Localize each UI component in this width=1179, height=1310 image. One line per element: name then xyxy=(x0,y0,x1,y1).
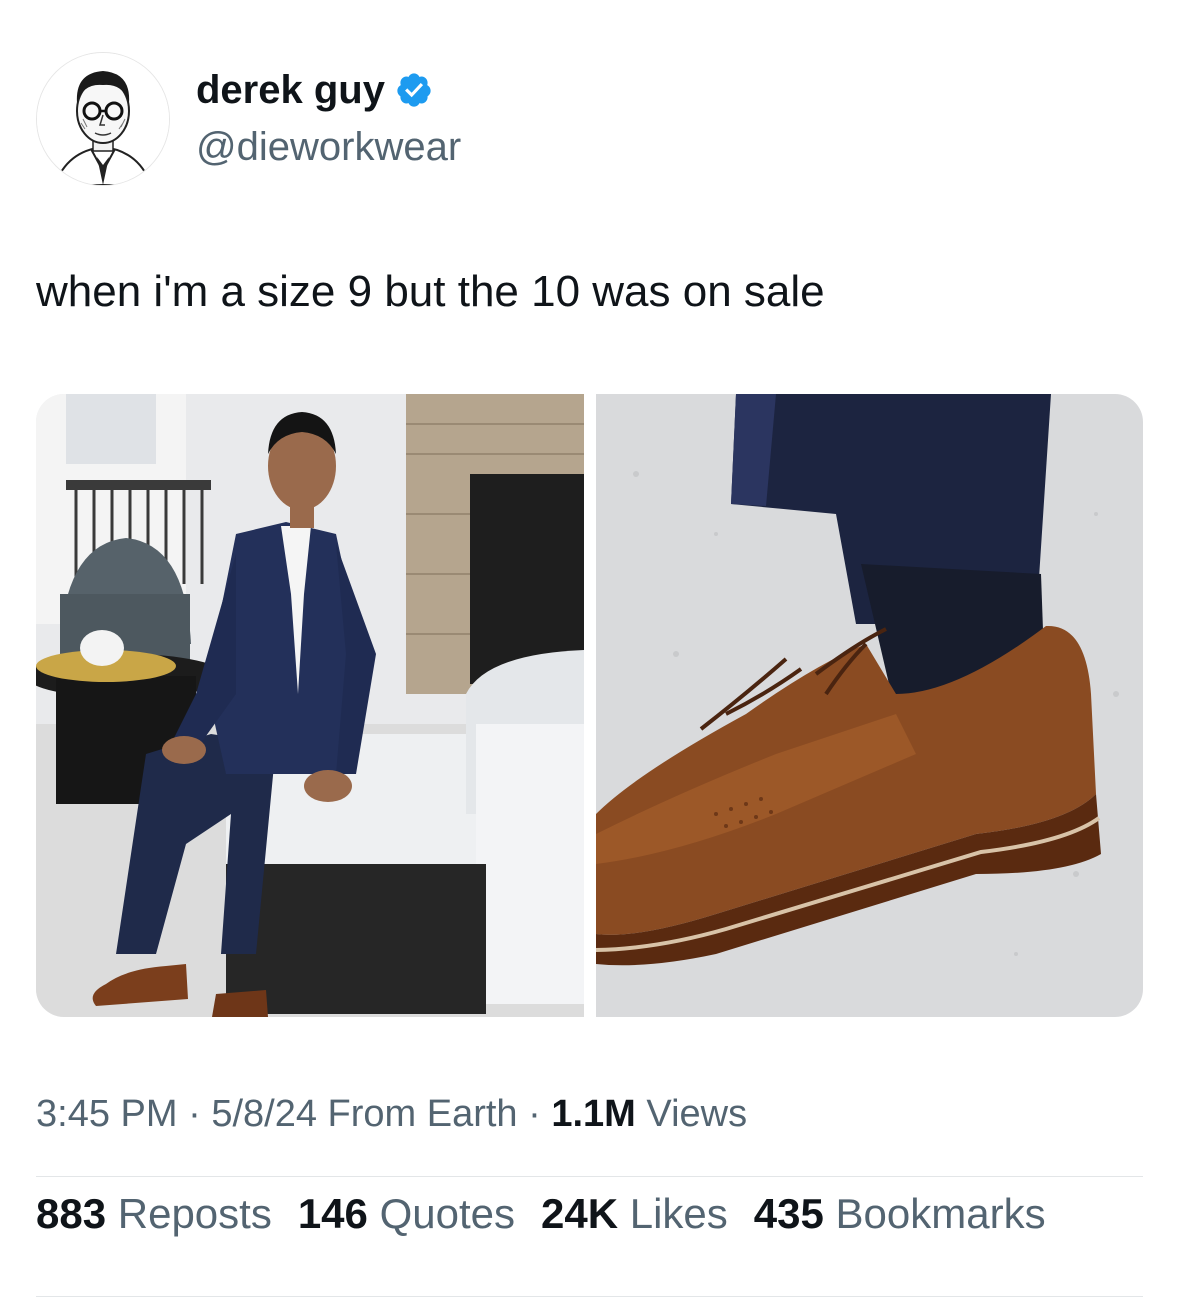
quotes-stat[interactable]: 146 Quotes xyxy=(298,1186,515,1242)
engagement-stats: 883 Reposts 146 Quotes 24K Likes 435 Boo… xyxy=(36,1186,1072,1242)
divider xyxy=(36,1176,1143,1177)
tweet-header: derek guy @dieworkwear xyxy=(36,52,461,186)
meta-separator: · xyxy=(528,1093,541,1135)
likes-stat[interactable]: 24K Likes xyxy=(541,1186,728,1242)
tweet-meta: 3:45 PM · 5/8/24 From Earth · 1.1M Views xyxy=(36,1088,747,1140)
reposts-stat[interactable]: 883 Reposts xyxy=(36,1186,272,1242)
media-grid xyxy=(36,394,1143,1017)
man-in-suit-photo-icon xyxy=(36,394,584,1017)
media-photo-1[interactable] xyxy=(36,394,584,1017)
quotes-label: Quotes xyxy=(379,1190,515,1237)
bookmarks-stat[interactable]: 435 Bookmarks xyxy=(754,1186,1046,1242)
bookmarks-label: Bookmarks xyxy=(835,1190,1046,1237)
tweet-time[interactable]: 3:45 PM xyxy=(36,1093,178,1135)
tweet-date[interactable]: 5/8/24 xyxy=(211,1093,317,1135)
tweet-source: From Earth xyxy=(327,1093,518,1135)
meta-separator: · xyxy=(188,1093,201,1135)
brown-shoe-closeup-photo-icon xyxy=(595,394,1143,1017)
reposts-label: Reposts xyxy=(117,1190,272,1237)
avatar[interactable] xyxy=(36,52,170,186)
divider xyxy=(36,1296,1143,1297)
bookmarks-count: 435 xyxy=(753,1190,824,1237)
display-name[interactable]: derek guy xyxy=(196,66,385,114)
verified-badge-icon[interactable] xyxy=(395,71,433,109)
handle[interactable]: @dieworkwear xyxy=(196,122,461,172)
quotes-count: 146 xyxy=(297,1190,368,1237)
likes-label: Likes xyxy=(629,1190,728,1237)
reposts-count: 883 xyxy=(36,1190,107,1237)
likes-count: 24K xyxy=(541,1190,619,1237)
media-photo-2[interactable] xyxy=(595,394,1143,1017)
views-count: 1.1M xyxy=(551,1093,636,1135)
name-row: derek guy xyxy=(196,66,461,114)
sketch-portrait-icon xyxy=(37,53,169,185)
views-label: Views xyxy=(646,1093,748,1135)
tweet-text: when i'm a size 9 but the 10 was on sale xyxy=(36,267,825,316)
author-info: derek guy @dieworkwear xyxy=(196,66,461,172)
